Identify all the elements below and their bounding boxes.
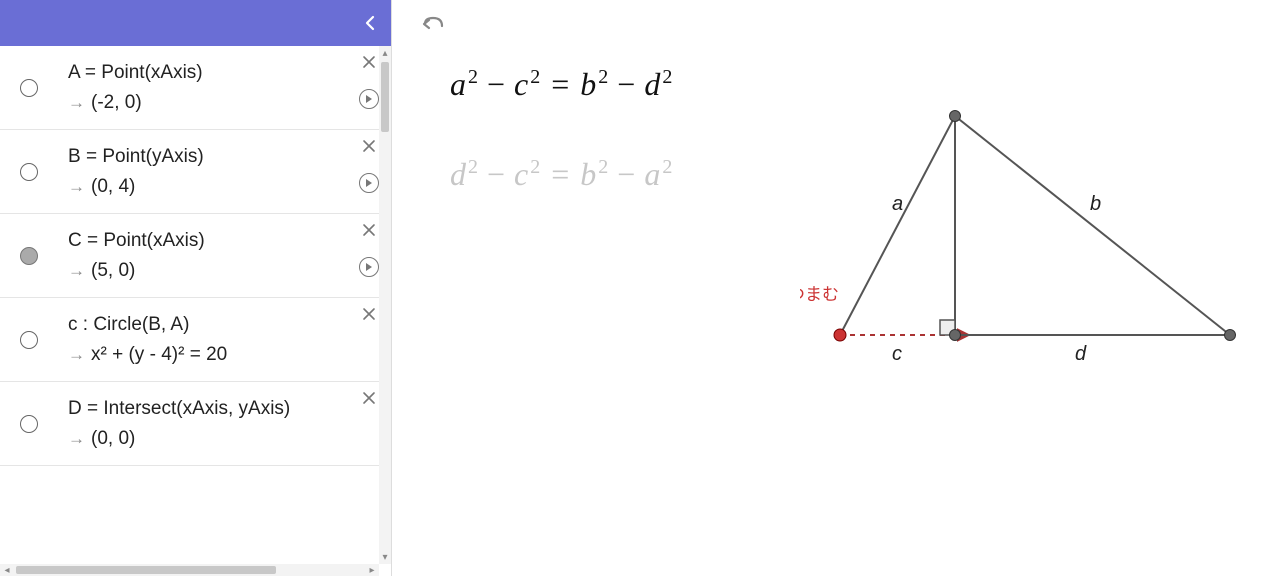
visibility-toggle[interactable] (20, 163, 38, 181)
scroll-left-button[interactable]: ◂ (0, 564, 14, 576)
label-d: d (1075, 343, 1087, 365)
scroll-thumb[interactable] (381, 62, 389, 132)
point-foot[interactable] (950, 330, 961, 341)
play-button[interactable] (359, 173, 379, 193)
item-result: (5, 0) (91, 260, 135, 281)
visibility-toggle[interactable] (20, 79, 38, 97)
algebra-item[interactable]: c : Circle(B, A) → x² + (y - 4)² = 20 (0, 298, 391, 382)
point-apex[interactable] (950, 111, 961, 122)
delete-item-button[interactable] (361, 390, 377, 411)
label-b: b (1090, 193, 1101, 215)
delete-item-button[interactable] (361, 222, 377, 243)
segment-b (955, 116, 1230, 335)
label-c: c (892, 343, 902, 365)
algebra-items: A = Point(xAxis) → (-2, 0) B = Point(yAxi… (0, 46, 391, 576)
item-definition: C = Point(xAxis) (68, 230, 343, 252)
play-button[interactable] (359, 257, 379, 277)
graphics-view[interactable]: a2−c2=b2−d2 d2−c2=b2−a2 a b c d つまむ (392, 0, 1280, 576)
panel-header (0, 0, 391, 46)
point-right[interactable] (1225, 330, 1236, 341)
scroll-up-button[interactable]: ▴ (379, 46, 391, 60)
segment-a (840, 116, 955, 335)
horizontal-scrollbar[interactable]: ◂ ▸ (0, 564, 379, 576)
visibility-toggle[interactable] (20, 331, 38, 349)
algebra-item[interactable]: A = Point(xAxis) → (-2, 0) (0, 46, 391, 130)
algebra-panel: A = Point(xAxis) → (-2, 0) B = Point(yAxi… (0, 0, 392, 576)
scroll-thumb[interactable] (16, 566, 276, 574)
equation-primary: a2−c2=b2−d2 (450, 66, 673, 103)
visibility-toggle[interactable] (20, 415, 38, 433)
arrow-icon: → (68, 345, 85, 364)
label-a: a (892, 193, 903, 215)
item-definition: c : Circle(B, A) (68, 314, 343, 336)
arrow-icon: → (68, 93, 85, 112)
item-definition: A = Point(xAxis) (68, 62, 343, 84)
item-result: (-2, 0) (91, 92, 142, 113)
collapse-panel-button[interactable] (363, 15, 377, 31)
algebra-item[interactable]: D = Intersect(xAxis, yAxis) → (0, 0) (0, 382, 391, 466)
scroll-right-button[interactable]: ▸ (365, 564, 379, 576)
vertical-scrollbar[interactable]: ▴ ▾ (379, 46, 391, 564)
item-result: x² + (y - 4)² = 20 (91, 344, 227, 365)
algebra-item[interactable]: B = Point(yAxis) → (0, 4) (0, 130, 391, 214)
undo-button[interactable] (420, 14, 446, 41)
item-result: (0, 0) (91, 428, 135, 449)
play-button[interactable] (359, 89, 379, 109)
arrow-icon: → (68, 177, 85, 196)
arrow-icon: → (68, 429, 85, 448)
algebra-item[interactable]: C = Point(xAxis) → (5, 0) (0, 214, 391, 298)
delete-item-button[interactable] (361, 306, 377, 327)
item-result: (0, 4) (91, 176, 135, 197)
delete-item-button[interactable] (361, 54, 377, 75)
point-left-drag[interactable] (834, 329, 846, 341)
scroll-down-button[interactable]: ▾ (379, 550, 391, 564)
item-definition: B = Point(yAxis) (68, 146, 343, 168)
item-definition: D = Intersect(xAxis, yAxis) (68, 398, 343, 420)
visibility-toggle[interactable] (20, 247, 38, 265)
label-drag: つまむ (800, 285, 839, 304)
equation-secondary: d2−c2=b2−a2 (450, 156, 673, 193)
arrow-icon: → (68, 261, 85, 280)
triangle-diagram[interactable]: a b c d つまむ (800, 100, 1250, 400)
delete-item-button[interactable] (361, 138, 377, 159)
